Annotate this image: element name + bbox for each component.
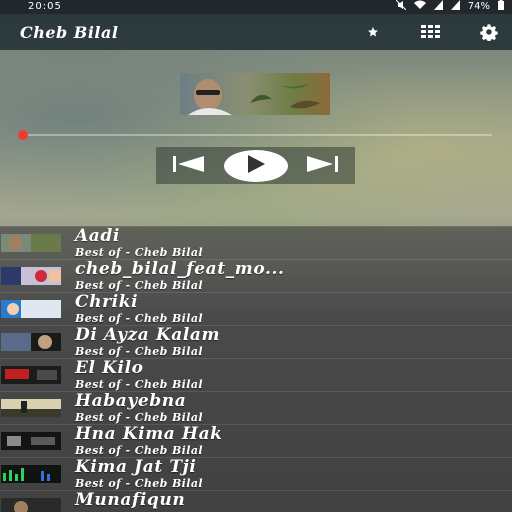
track-artist: Best of - Cheb Bilal — [75, 246, 203, 259]
track-title: Hna Kima Hak — [75, 424, 223, 444]
next-icon — [305, 155, 339, 177]
battery-icon — [498, 0, 504, 15]
track-thumbnail — [1, 432, 61, 450]
list-item[interactable]: Habayebna Best of - Cheb Bilal — [0, 391, 512, 424]
app-title: Cheb Bilal — [20, 22, 119, 42]
status-icons: 74% — [395, 0, 504, 15]
track-thumbnail — [1, 267, 61, 285]
list-item[interactable]: Hna Kima Hak Best of - Cheb Bilal — [0, 424, 512, 457]
track-artist: Best of - Cheb Bilal — [75, 411, 203, 424]
battery-percent: 74% — [467, 1, 490, 12]
list-item[interactable]: Kima Jat Tji Best of - Cheb Bilal — [0, 457, 512, 490]
track-thumbnail — [1, 498, 61, 512]
toolbar: Cheb Bilal — [0, 14, 512, 50]
play-button[interactable] — [223, 149, 288, 182]
next-button[interactable] — [305, 155, 339, 177]
track-title: Chriki — [75, 292, 139, 312]
track-title: Di Ayza Kalam — [75, 325, 221, 345]
list-item[interactable]: Aadi Best of - Cheb Bilal — [0, 226, 512, 259]
mute-icon — [395, 0, 407, 15]
status-bar: 20:05 74% — [0, 0, 512, 14]
background-blur — [0, 40, 512, 240]
track-artist: Best of - Cheb Bilal — [75, 345, 203, 358]
track-thumbnail — [1, 465, 61, 483]
track-thumbnail — [1, 234, 61, 252]
signal-icon — [433, 0, 443, 15]
track-artist: Best of - Cheb Bilal — [75, 378, 203, 391]
track-thumbnail — [1, 333, 61, 351]
list-item[interactable]: cheb_bilal_feat_mo... Best of - Cheb Bil… — [0, 259, 512, 292]
previous-button[interactable] — [172, 155, 206, 177]
album-art — [180, 73, 330, 115]
track-title: cheb_bilal_feat_mo... — [75, 259, 285, 279]
track-artist: Best of - Cheb Bilal — [75, 312, 203, 325]
list-item[interactable]: Di Ayza Kalam Best of - Cheb Bilal — [0, 325, 512, 358]
list-item[interactable]: Chriki Best of - Cheb Bilal — [0, 292, 512, 325]
track-artist: Best of - Cheb Bilal — [75, 279, 203, 292]
track-list: Aadi Best of - Cheb Bilal cheb_bilal_fea… — [0, 226, 512, 512]
track-title: Kima Jat Tji — [75, 457, 197, 477]
list-item[interactable]: Munafiqun — [0, 490, 512, 512]
progress-bar[interactable] — [18, 130, 492, 140]
track-thumbnail — [1, 366, 61, 384]
grid-icon[interactable] — [420, 21, 442, 43]
signal-icon-2 — [450, 0, 460, 15]
wifi-icon — [413, 0, 426, 15]
track-artist: Best of - Cheb Bilal — [75, 477, 203, 490]
track-title: Munafiqun — [75, 490, 186, 510]
progress-thumb[interactable] — [18, 130, 28, 140]
track-thumbnail — [1, 399, 61, 417]
track-title: Aadi — [75, 226, 120, 246]
previous-icon — [172, 155, 206, 177]
gear-icon[interactable] — [478, 21, 500, 43]
status-time: 20:05 — [28, 1, 62, 12]
star-icon[interactable] — [362, 21, 384, 43]
track-artist: Best of - Cheb Bilal — [75, 444, 203, 457]
track-thumbnail — [1, 300, 61, 318]
track-title: Habayebna — [75, 391, 187, 411]
list-item[interactable]: El Kilo Best of - Cheb Bilal — [0, 358, 512, 391]
play-icon — [246, 154, 266, 177]
track-title: El Kilo — [75, 358, 144, 378]
playback-controls — [156, 147, 355, 184]
